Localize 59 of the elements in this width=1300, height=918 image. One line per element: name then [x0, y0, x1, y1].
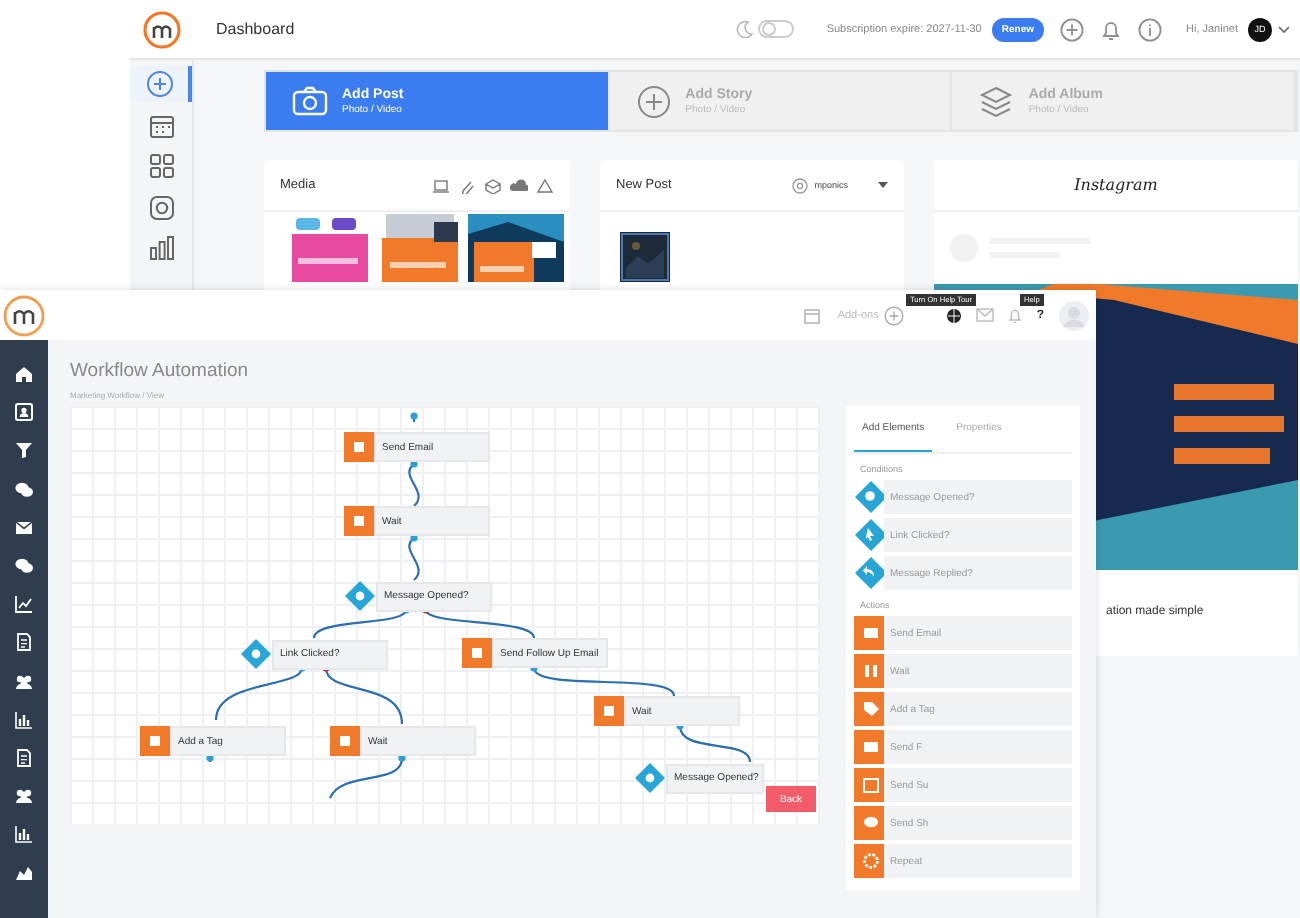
grid-icon — [147, 152, 175, 180]
plus-circle-icon[interactable] — [884, 305, 905, 325]
logo-icon — [142, 9, 182, 49]
info-icon[interactable] — [1138, 17, 1162, 41]
square-icon[interactable] — [140, 726, 170, 756]
connector-line — [676, 722, 752, 763]
cloud-icon[interactable] — [510, 177, 528, 193]
connector-line — [410, 412, 418, 422]
instagram-wordmark: Instagram — [1074, 176, 1158, 194]
camera-icon — [292, 83, 328, 119]
camera-icon — [792, 177, 809, 193]
contact-card-icon[interactable] — [14, 402, 34, 423]
square-icon[interactable] — [344, 506, 374, 536]
caret-icon[interactable] — [1278, 25, 1290, 33]
bell-icon[interactable] — [1008, 307, 1023, 323]
square-icon[interactable] — [462, 638, 492, 668]
page-title: Dashboard — [216, 20, 295, 38]
sidebar-item[interactable] — [130, 66, 192, 102]
mail-icon[interactable] — [14, 517, 34, 538]
connector-line — [408, 460, 420, 507]
line-chart-icon[interactable] — [14, 594, 34, 615]
plus-circle-icon — [145, 70, 173, 98]
bar-chart-icon[interactable] — [14, 709, 34, 730]
plus-circle-icon — [635, 83, 672, 119]
users-icon[interactable] — [14, 671, 34, 691]
triangle-icon[interactable] — [536, 177, 554, 193]
bell-icon[interactable] — [1100, 17, 1122, 41]
square-icon[interactable] — [594, 696, 624, 726]
square-icon[interactable] — [330, 726, 360, 756]
caret-icon — [878, 182, 888, 188]
moon-icon — [736, 20, 755, 38]
connector-line — [329, 754, 406, 799]
layers-icon — [978, 83, 1015, 119]
dark-mode-toggle[interactable] — [758, 20, 795, 38]
box-icon[interactable] — [484, 177, 502, 193]
diamond-icon[interactable] — [344, 580, 376, 612]
paperclip-icon[interactable] — [458, 177, 476, 193]
plus-circle-icon[interactable] — [1060, 17, 1084, 41]
area-chart-icon[interactable] — [14, 862, 34, 883]
camera-icon — [147, 193, 175, 221]
diamond-icon[interactable] — [854, 556, 888, 590]
diamond-icon[interactable] — [854, 518, 888, 552]
users-icon[interactable] — [14, 786, 34, 807]
home-icon[interactable] — [14, 364, 34, 384]
bar-chart-icon — [147, 234, 175, 262]
filter-icon[interactable] — [14, 440, 34, 461]
globe-icon[interactable] — [946, 307, 963, 323]
laptop-icon[interactable] — [432, 177, 450, 193]
document-icon[interactable] — [14, 747, 34, 768]
connector-line — [408, 534, 420, 581]
diamond-icon[interactable] — [634, 762, 666, 794]
chat-icon[interactable] — [14, 479, 34, 500]
diamond-icon[interactable] — [240, 638, 272, 670]
bar-chart-icon[interactable] — [14, 824, 34, 845]
page-title: Workflow Automation — [70, 360, 251, 382]
logo-icon — [2, 293, 46, 337]
chat-icon[interactable] — [14, 555, 34, 576]
square-icon[interactable] — [344, 432, 374, 462]
document-icon[interactable] — [14, 632, 34, 653]
